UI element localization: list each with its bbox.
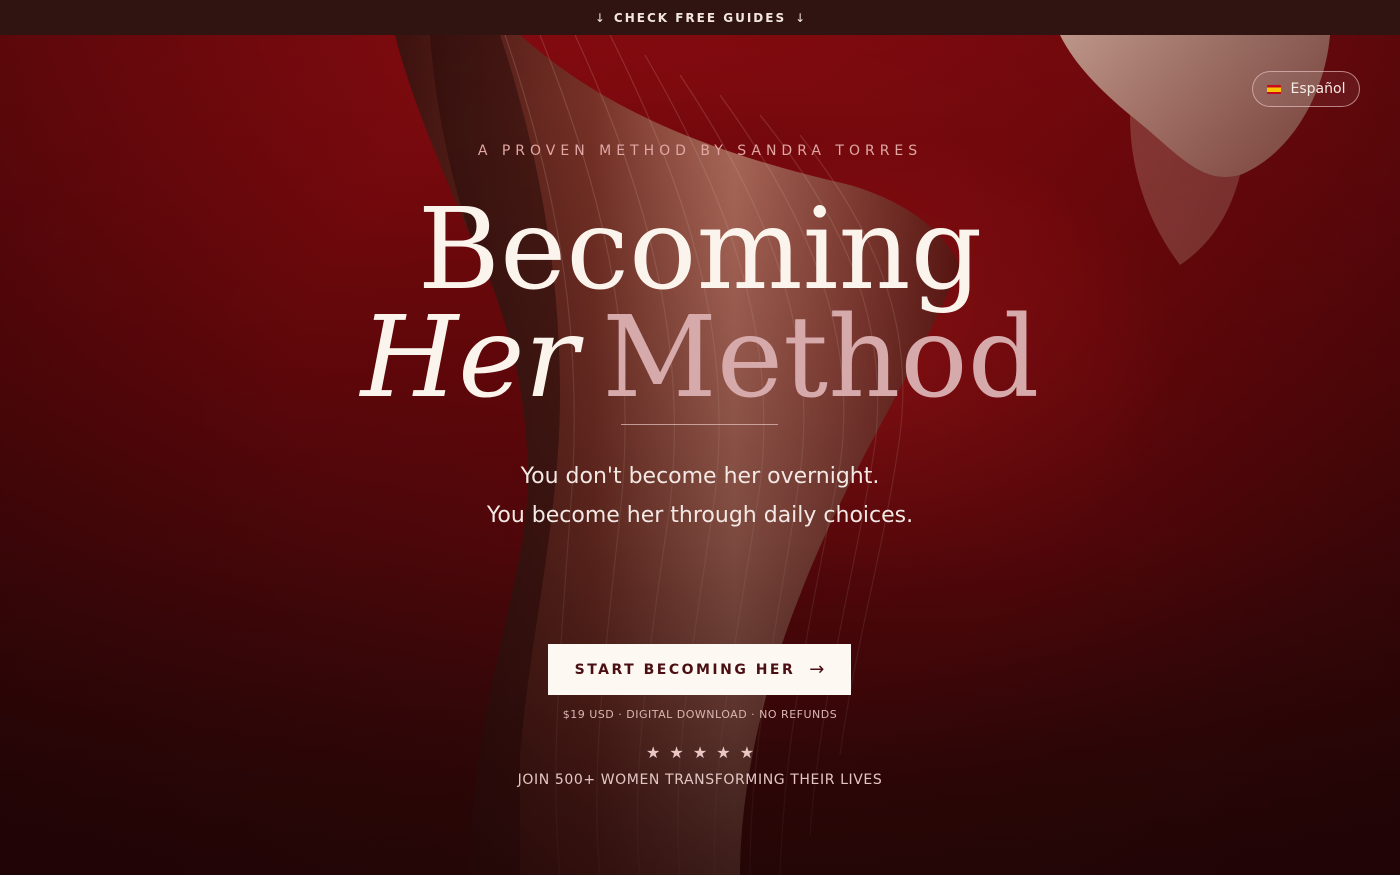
hero-title-line2: Her Method xyxy=(0,293,1400,423)
start-becoming-her-button[interactable]: START BECOMING HER → xyxy=(548,644,851,695)
language-label: Español xyxy=(1290,81,1346,97)
free-guides-banner[interactable]: ↓ CHECK FREE GUIDES ↓ xyxy=(0,0,1400,35)
star-icon: ★ xyxy=(692,743,708,762)
hero-title-method: Method xyxy=(602,293,1040,423)
star-icon: ★ xyxy=(645,743,661,762)
star-icon: ★ xyxy=(716,743,731,762)
title-divider xyxy=(621,424,778,425)
arrow-down-icon: ↓ xyxy=(795,10,806,25)
hero-section: Español A PROVEN METHOD BY SANDRA TORRES… xyxy=(0,35,1400,875)
spain-flag-icon xyxy=(1266,84,1281,94)
hero-eyebrow: A PROVEN METHOD BY SANDRA TORRES xyxy=(477,143,923,159)
star-icon: ★ xyxy=(739,743,755,762)
cta-label: START BECOMING HER xyxy=(574,661,796,678)
arrow-down-icon: ↓ xyxy=(594,10,605,25)
hero-subtitle-line1: You don't become her overnight. xyxy=(520,464,880,489)
star-icon: ★ xyxy=(669,743,684,762)
free-guides-link[interactable]: CHECK FREE GUIDES xyxy=(614,11,786,25)
arrow-right-icon: → xyxy=(809,659,825,680)
language-switch-button[interactable]: Español xyxy=(1252,71,1360,107)
star-rating: ★ ★ ★ ★ ★ xyxy=(0,743,1400,762)
social-proof-text: JOIN 500+ WOMEN TRANSFORMING THEIR LIVES xyxy=(517,772,883,788)
hero-subtitle-line2: You become her through daily choices. xyxy=(486,503,914,528)
hero-title-her: Her xyxy=(360,293,579,423)
price-note: $19 USD · DIGITAL DOWNLOAD · NO REFUNDS xyxy=(562,708,838,721)
